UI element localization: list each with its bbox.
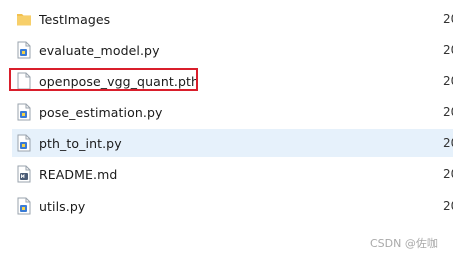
file-row-pth-to-int[interactable]: pth_to_int.py 20	[12, 129, 453, 157]
file-date: 20	[443, 105, 453, 119]
file-name: pth_to_int.py	[39, 135, 122, 151]
markdown-file-icon	[16, 165, 32, 183]
file-name: README.md	[39, 166, 118, 182]
python-file-icon	[16, 197, 32, 215]
watermark: CSDN @佐咖	[370, 237, 438, 250]
folder-icon	[16, 10, 32, 28]
file-name: openpose_vgg_quant.pth	[39, 73, 200, 89]
file-name: pose_estimation.py	[39, 104, 163, 120]
python-file-icon	[16, 134, 32, 152]
file-row-readme[interactable]: README.md 20	[12, 160, 453, 188]
file-row-utils[interactable]: utils.py 20	[12, 192, 453, 220]
python-file-icon	[16, 41, 32, 59]
file-date: 20	[443, 43, 453, 57]
file-row-pose-estimation[interactable]: pose_estimation.py 20	[12, 98, 453, 126]
file-row-openpose-vgg-quant[interactable]: openpose_vgg_quant.pth 20	[12, 67, 453, 95]
file-list: TestImages 20 evaluate_model.py 20 openp…	[0, 0, 453, 256]
file-row-evaluate-model[interactable]: evaluate_model.py 20	[12, 36, 453, 64]
file-date: 20	[443, 167, 453, 181]
file-name: evaluate_model.py	[39, 42, 160, 58]
file-name: TestImages	[39, 11, 111, 27]
file-row-testimages[interactable]: TestImages 20	[12, 5, 453, 33]
file-date: 20	[443, 74, 453, 88]
python-file-icon	[16, 103, 32, 121]
blank-file-icon	[16, 72, 32, 90]
file-date: 20	[443, 136, 453, 150]
file-date: 20	[443, 199, 453, 213]
file-name: utils.py	[39, 198, 86, 214]
file-date: 20	[443, 12, 453, 26]
